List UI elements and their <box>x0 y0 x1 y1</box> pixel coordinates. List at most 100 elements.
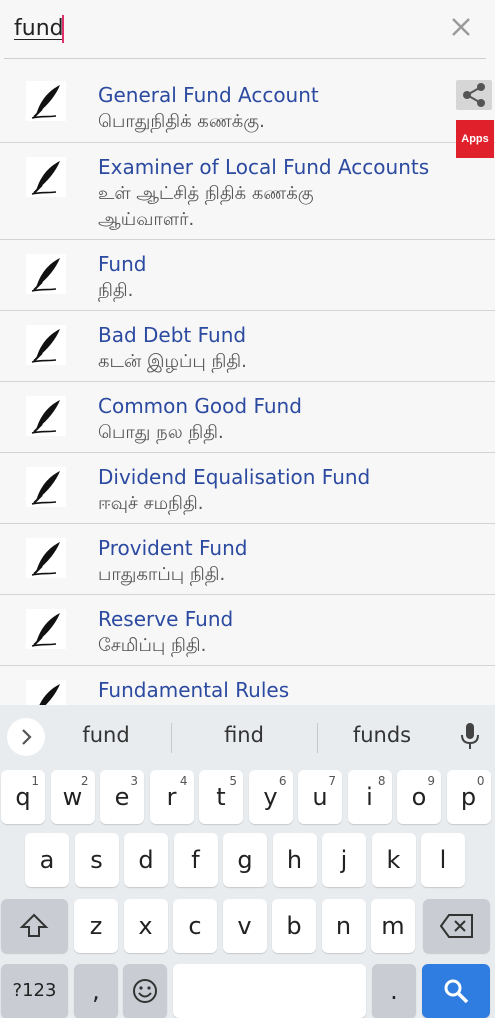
key-hint: 3 <box>130 774 138 788</box>
key-label: n <box>335 912 352 940</box>
key-u[interactable]: u7 <box>298 770 342 824</box>
shift-icon <box>19 913 49 937</box>
key-label: k <box>386 846 401 874</box>
entry-title: General Fund Account <box>98 83 319 107</box>
key-label: o <box>411 783 427 811</box>
key-j[interactable]: j <box>322 833 366 887</box>
list-item[interactable]: Fundamental Rules <box>0 666 495 705</box>
entry-title: Reserve Fund <box>98 607 234 631</box>
suggestion-item[interactable]: find <box>208 723 280 747</box>
key-label: . <box>390 977 398 1005</box>
key-label: w <box>62 783 83 811</box>
entry-title: Bad Debt Fund <box>98 323 247 347</box>
microphone-icon[interactable] <box>460 721 480 751</box>
divider <box>171 723 172 753</box>
key-label: a <box>39 846 55 874</box>
key-n[interactable]: n <box>321 899 366 953</box>
key-label: l <box>439 846 447 874</box>
entry-meaning: உள் ஆட்சித் நிதிக் கணக்கு ஆய்வாளர். <box>98 183 314 230</box>
key-y[interactable]: y6 <box>248 770 293 824</box>
quill-icon <box>26 396 66 436</box>
key-a[interactable]: a <box>25 833 69 887</box>
backspace-icon <box>439 914 473 938</box>
key-label: i <box>366 783 373 811</box>
key-s[interactable]: s <box>74 833 119 887</box>
list-item[interactable]: Examiner of Local Fund Accounts உள் ஆட்சி… <box>0 143 495 240</box>
key-label: y <box>263 783 278 811</box>
entry-title: Examiner of Local Fund Accounts <box>98 155 430 179</box>
entry-title: Provident Fund <box>98 536 248 560</box>
key-w[interactable]: w2 <box>50 770 95 824</box>
key-label: v <box>237 912 252 940</box>
entry-title: Fundamental Rules <box>98 678 290 702</box>
key-hint: 4 <box>179 774 188 788</box>
backspace-key[interactable] <box>423 899 490 953</box>
list-item[interactable]: Reserve Fund சேமிப்பு நிதி. <box>0 595 495 666</box>
quill-icon <box>26 609 66 649</box>
list-item[interactable]: Bad Debt Fund கடன் இழப்பு நிதி. <box>0 311 495 382</box>
period-key[interactable]: . <box>372 964 416 1018</box>
key-hint: 5 <box>229 774 237 788</box>
search-key[interactable] <box>422 964 490 1018</box>
apps-button[interactable]: Apps <box>456 120 494 158</box>
search-icon <box>444 979 469 1004</box>
key-label: u <box>312 783 328 811</box>
key-hint: 2 <box>80 774 89 788</box>
entry-meaning: கடன் இழப்பு நிதி. <box>98 351 247 372</box>
comma-key[interactable]: , <box>74 964 118 1018</box>
list-item[interactable]: Common Good Fund பொது நல நிதி. <box>0 382 495 453</box>
key-o[interactable]: o9 <box>397 770 441 824</box>
results-list: General Fund Account பொதுநிதிக் கணக்கு. Ex… <box>0 59 495 705</box>
key-d[interactable]: d <box>124 833 168 887</box>
search-bar: fund <box>0 0 495 60</box>
key-i[interactable]: i8 <box>347 770 392 824</box>
space-key[interactable] <box>173 964 366 1018</box>
key-m[interactable]: m <box>371 899 415 953</box>
key-p[interactable]: p0 <box>446 770 491 824</box>
key-g[interactable]: g <box>223 833 267 887</box>
key-f[interactable]: f <box>173 833 218 887</box>
key-label: s <box>90 846 103 874</box>
key-label: t <box>216 783 226 811</box>
search-input[interactable]: fund <box>14 12 64 46</box>
key-c[interactable]: c <box>173 899 217 953</box>
quill-icon <box>26 680 66 705</box>
list-item[interactable]: Dividend Equalisation Fund ஈவுச் சமநிதி. <box>0 453 495 524</box>
emoji-key[interactable] <box>123 964 167 1018</box>
key-l[interactable]: l <box>421 833 465 887</box>
key-r[interactable]: r4 <box>149 770 194 824</box>
key-v[interactable]: v <box>222 899 267 953</box>
suggestion-item[interactable]: funds <box>344 723 420 747</box>
key-z[interactable]: z <box>74 899 118 953</box>
key-e[interactable]: e3 <box>100 770 144 824</box>
expand-suggestions-button[interactable] <box>7 718 45 756</box>
key-label: , <box>92 977 100 1005</box>
key-q[interactable]: q1 <box>1 770 45 824</box>
suggestion-item[interactable]: fund <box>70 723 142 747</box>
key-b[interactable]: b <box>272 899 316 953</box>
list-item[interactable]: General Fund Account பொதுநிதிக் கணக்கு. <box>0 59 495 143</box>
key-label: j <box>340 846 348 874</box>
share-button[interactable] <box>456 80 492 110</box>
close-icon[interactable] <box>448 14 474 40</box>
symbols-key[interactable]: ?123 <box>1 964 68 1018</box>
key-t[interactable]: t5 <box>199 770 243 824</box>
divider <box>317 723 318 753</box>
entry-meaning: பாதுகாப்பு நிதி. <box>98 564 226 585</box>
quill-icon <box>26 538 66 578</box>
key-label: p <box>460 783 477 811</box>
key-label: b <box>286 912 302 940</box>
list-item[interactable]: Provident Fund பாதுகாப்பு நிதி. <box>0 524 495 595</box>
key-x[interactable]: x <box>123 899 168 953</box>
chevron-right-icon <box>22 729 32 745</box>
key-k[interactable]: k <box>371 833 416 887</box>
shift-key[interactable] <box>1 899 68 953</box>
list-item[interactable]: Fund நிதி. <box>0 240 495 311</box>
quill-icon <box>26 254 66 294</box>
key-label: g <box>237 846 253 874</box>
key-hint: 7 <box>328 774 336 788</box>
key-label: x <box>138 912 153 940</box>
entry-meaning: பொது நல நிதி. <box>98 422 224 443</box>
key-h[interactable]: h <box>272 833 317 887</box>
key-hint: 6 <box>278 774 287 788</box>
